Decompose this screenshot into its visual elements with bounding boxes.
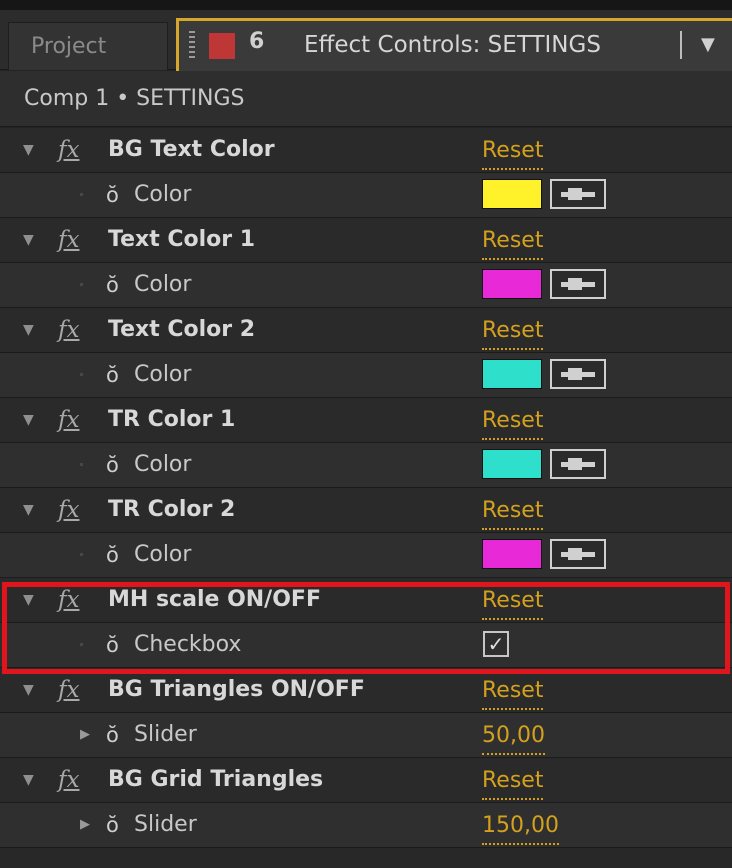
effect-row[interactable]: ▼ fx BG Grid Triangles Reset <box>0 758 732 803</box>
stopwatch-icon[interactable]: ŏ <box>106 353 119 397</box>
param-name: Checkbox <box>134 632 242 657</box>
fx-icon[interactable]: fx <box>58 578 79 622</box>
stopwatch-icon[interactable]: ŏ <box>106 173 119 217</box>
expand-triangle-icon[interactable]: ▶ <box>80 803 90 847</box>
fx-icon[interactable]: fx <box>58 218 79 262</box>
param-name: Color <box>134 542 192 567</box>
eyedropper-icon[interactable] <box>550 359 606 389</box>
checkbox[interactable]: ✓ <box>483 631 509 657</box>
tree-dot <box>80 193 83 196</box>
collapse-triangle-icon[interactable]: ▼ <box>23 398 34 442</box>
color-swatch[interactable] <box>482 449 542 479</box>
param-row[interactable]: ŏ Color <box>0 173 732 218</box>
eyedropper-icon[interactable] <box>550 269 606 299</box>
collapse-triangle-icon[interactable]: ▼ <box>23 488 34 532</box>
effect-name[interactable]: BG Triangles ON/OFF <box>108 668 365 712</box>
param-row[interactable]: ŏ Color <box>0 533 732 578</box>
tree-dot <box>80 283 83 286</box>
collapse-triangle-icon[interactable]: ▼ <box>23 758 34 802</box>
stopwatch-icon[interactable]: ŏ <box>106 533 119 577</box>
effect-row[interactable]: ▼ fx BG Text Color Reset <box>0 128 732 173</box>
param-row[interactable]: ▶ ŏ Slider 50,00 <box>0 713 732 758</box>
eyedropper-icon[interactable] <box>550 539 606 569</box>
stopwatch-icon[interactable]: ŏ <box>106 263 119 307</box>
param-row[interactable]: ▶ ŏ Slider 150,00 <box>0 803 732 848</box>
param-name: Color <box>134 182 192 207</box>
fx-icon[interactable]: fx <box>58 128 79 172</box>
collapse-triangle-icon[interactable]: ▼ <box>23 218 34 262</box>
tab-divider <box>680 31 682 59</box>
stopwatch-icon[interactable]: ŏ <box>106 443 119 487</box>
lock-icon[interactable]: 6 <box>249 29 264 54</box>
breadcrumb: Comp 1 • SETTINGS <box>0 71 732 127</box>
collapse-triangle-icon[interactable]: ▼ <box>23 308 34 352</box>
reset-link[interactable]: Reset <box>482 400 544 440</box>
panel-menu-icon[interactable]: ▼ <box>701 21 715 69</box>
tab-project[interactable]: Project <box>8 22 168 70</box>
tree-dot <box>80 643 83 646</box>
stopwatch-icon[interactable]: ŏ <box>106 623 119 667</box>
effect-name[interactable]: Text Color 1 <box>108 218 255 262</box>
reset-link[interactable]: Reset <box>482 670 544 710</box>
tab-effect-controls-label: Effect Controls: SETTINGS <box>304 32 601 58</box>
collapse-triangle-icon[interactable]: ▼ <box>23 128 34 172</box>
param-name: Color <box>134 272 192 297</box>
reset-link[interactable]: Reset <box>482 130 544 170</box>
tree-dot <box>80 463 83 466</box>
stopwatch-icon[interactable]: ŏ <box>106 713 119 757</box>
fx-icon[interactable]: fx <box>58 488 79 532</box>
fx-icon[interactable]: fx <box>58 308 79 352</box>
window-top-strip <box>0 0 732 10</box>
reset-link[interactable]: Reset <box>482 220 544 260</box>
param-row[interactable]: ŏ Checkbox ✓ <box>0 623 732 668</box>
effect-list: ▼ fx BG Text Color Reset ŏ Color ▼ fx Text Color… <box>0 128 732 848</box>
param-name: Color <box>134 452 192 477</box>
color-swatch[interactable] <box>482 539 542 569</box>
effect-name[interactable]: Text Color 2 <box>108 308 255 352</box>
expand-triangle-icon[interactable]: ▶ <box>80 713 90 757</box>
effect-row[interactable]: ▼ fx Text Color 1 Reset <box>0 218 732 263</box>
color-swatch[interactable] <box>482 179 542 209</box>
fx-icon[interactable]: fx <box>58 668 79 712</box>
panel-tab-bar: Project 6 Effect Controls: SETTINGS ▼ <box>0 10 732 72</box>
effect-name[interactable]: BG Text Color <box>108 128 275 172</box>
reset-link[interactable]: Reset <box>482 310 544 350</box>
effect-row[interactable]: ▼ fx Text Color 2 Reset <box>0 308 732 353</box>
fx-icon[interactable]: fx <box>58 398 79 442</box>
slider-value[interactable]: 150,00 <box>482 805 559 845</box>
eyedropper-icon[interactable] <box>550 449 606 479</box>
tab-effect-controls[interactable]: 6 Effect Controls: SETTINGS ▼ <box>176 18 732 72</box>
effect-name[interactable]: MH scale ON/OFF <box>108 578 321 622</box>
collapse-triangle-icon[interactable]: ▼ <box>23 668 34 712</box>
grip-icon[interactable] <box>189 31 195 59</box>
color-swatch[interactable] <box>482 359 542 389</box>
param-name: Slider <box>134 812 197 837</box>
panel-bottom <box>0 848 732 868</box>
effect-row[interactable]: ▼ fx TR Color 1 Reset <box>0 398 732 443</box>
slider-value[interactable]: 50,00 <box>482 715 545 755</box>
tree-dot <box>80 553 83 556</box>
stopwatch-icon[interactable]: ŏ <box>106 803 119 847</box>
collapse-triangle-icon[interactable]: ▼ <box>23 578 34 622</box>
effect-row[interactable]: ▼ fx TR Color 2 Reset <box>0 488 732 533</box>
param-name: Slider <box>134 722 197 747</box>
label-color-swatch[interactable] <box>209 33 235 59</box>
effect-row[interactable]: ▼ fx MH scale ON/OFF Reset <box>0 578 732 623</box>
color-swatch[interactable] <box>482 269 542 299</box>
tree-dot <box>80 373 83 376</box>
param-row[interactable]: ŏ Color <box>0 263 732 308</box>
reset-link[interactable]: Reset <box>482 760 544 800</box>
effect-row[interactable]: ▼ fx BG Triangles ON/OFF Reset <box>0 668 732 713</box>
reset-link[interactable]: Reset <box>482 490 544 530</box>
eyedropper-icon[interactable] <box>550 179 606 209</box>
param-row[interactable]: ŏ Color <box>0 443 732 488</box>
fx-icon[interactable]: fx <box>58 758 79 802</box>
param-row[interactable]: ŏ Color <box>0 353 732 398</box>
effect-name[interactable]: TR Color 1 <box>108 398 235 442</box>
param-name: Color <box>134 362 192 387</box>
effect-name[interactable]: TR Color 2 <box>108 488 235 532</box>
effect-name[interactable]: BG Grid Triangles <box>108 758 323 802</box>
reset-link[interactable]: Reset <box>482 580 544 620</box>
